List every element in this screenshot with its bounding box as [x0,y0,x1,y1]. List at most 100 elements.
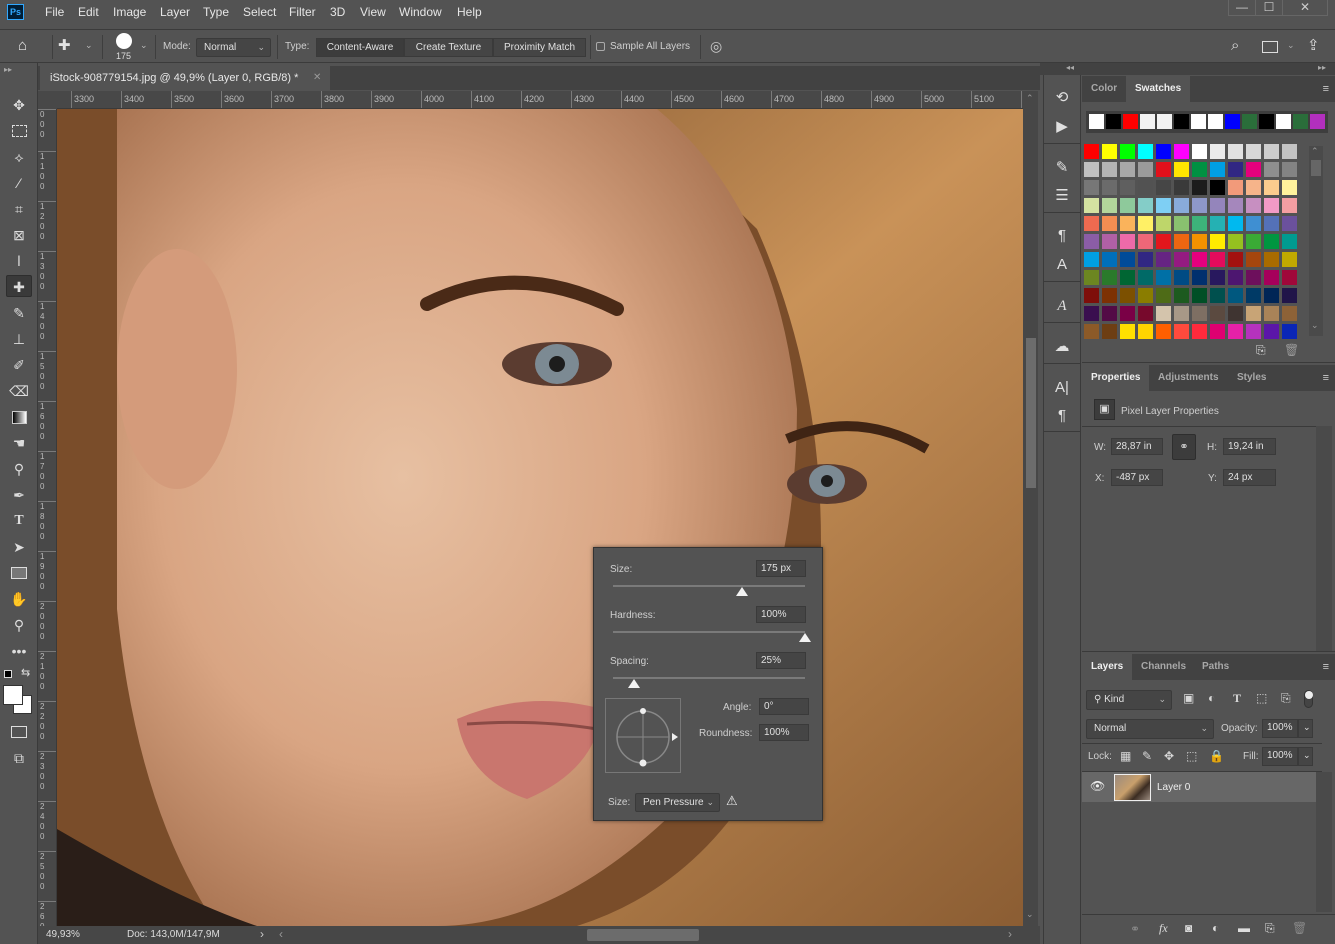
menu-filter[interactable]: Filter [289,5,316,19]
tab-adjustments[interactable]: Adjustments [1149,365,1228,391]
swatch[interactable] [1246,324,1261,339]
recent-swatch[interactable] [1242,114,1257,129]
swatch[interactable] [1228,216,1243,231]
swatch[interactable] [1228,288,1243,303]
swatch[interactable] [1192,216,1207,231]
swatch[interactable] [1120,162,1135,177]
recent-swatch[interactable] [1191,114,1206,129]
swatch[interactable] [1264,162,1279,177]
clone-stamp-tool-icon[interactable]: ⊥ [6,328,32,350]
swatch[interactable] [1156,324,1171,339]
filter-shape-icon[interactable]: ⬚ [1256,691,1267,705]
swatch[interactable] [1282,324,1297,339]
swatch[interactable] [1210,306,1225,321]
swatch[interactable] [1120,288,1135,303]
rectangle-tool-icon[interactable] [6,562,32,584]
brush-preview[interactable] [116,33,132,49]
link-layers-icon[interactable]: ⚭ [1130,922,1140,936]
swatch[interactable] [1102,198,1117,213]
swatch[interactable] [1246,162,1261,177]
menu-type[interactable]: Type [203,5,229,19]
libraries-panel-icon[interactable]: ☁ [1047,335,1077,359]
minimize-button[interactable]: — [1228,0,1256,16]
swatch[interactable] [1102,234,1117,249]
hardness-slider-track[interactable] [613,631,805,633]
status-menu-arrow-icon[interactable]: › [260,927,264,941]
swatch[interactable] [1192,288,1207,303]
move-tool-icon[interactable]: ✥ [6,94,32,116]
swatch[interactable] [1156,270,1171,285]
hardness-input[interactable]: 100% [756,606,806,623]
gradient-tool-icon[interactable] [6,406,32,428]
swatch[interactable] [1084,198,1099,213]
swatch[interactable] [1210,234,1225,249]
swatch[interactable] [1192,234,1207,249]
screen-mode-icon[interactable]: ⧉ [6,747,32,769]
spacing-slider-handle[interactable] [628,679,641,688]
swatch[interactable] [1120,234,1135,249]
recent-swatch[interactable] [1225,114,1240,129]
history-brush-tool-icon[interactable]: ✐ [6,354,32,376]
swatch[interactable] [1156,234,1171,249]
swatch[interactable] [1156,216,1171,231]
character-panel-icon[interactable]: A| [1047,376,1077,400]
swatch[interactable] [1210,216,1225,231]
lock-artboard-icon[interactable]: ⬚ [1186,749,1197,763]
swatch[interactable] [1138,144,1153,159]
close-document-icon[interactable]: ✕ [313,66,321,90]
swatch[interactable] [1102,144,1117,159]
swatch[interactable] [1192,144,1207,159]
scroll-down-icon[interactable]: ⌄ [1311,320,1319,331]
visibility-eye-icon[interactable]: 👁 [1090,779,1105,793]
swatch[interactable] [1138,216,1153,231]
size-control-dropdown[interactable]: Pen Pressure ⌄ [635,793,720,812]
swatch[interactable] [1282,270,1297,285]
panel-menu-icon[interactable]: ≡ [1323,83,1329,95]
recent-swatch[interactable] [1157,114,1172,129]
smudge-tool-icon[interactable]: ☚ [6,432,32,454]
spacing-slider-track[interactable] [613,677,805,679]
magic-wand-tool-icon[interactable]: ⁄ [6,172,32,194]
swatch[interactable] [1210,288,1225,303]
swatch[interactable] [1102,270,1117,285]
swatch[interactable] [1246,180,1261,195]
swatch[interactable] [1174,288,1189,303]
dodge-tool-icon[interactable]: ⚲ [6,458,32,480]
blend-mode-dropdown[interactable]: Normal ⌄ [1086,719,1214,739]
swatch[interactable] [1282,288,1297,303]
spot-healing-preset-icon[interactable]: ✚ [58,36,80,56]
swatch[interactable] [1156,288,1171,303]
swatch[interactable] [1192,198,1207,213]
swatch[interactable] [1084,216,1099,231]
filter-smart-object-icon[interactable]: ⎘ [1281,691,1291,706]
swatch[interactable] [1120,216,1135,231]
swatch[interactable] [1228,162,1243,177]
width-input[interactable]: 28,87 in [1111,438,1163,455]
swatch[interactable] [1120,198,1135,213]
swatch[interactable] [1102,252,1117,267]
swatch[interactable] [1192,306,1207,321]
edit-toolbar-icon[interactable]: ••• [6,640,32,662]
swatch[interactable] [1246,252,1261,267]
menu-window[interactable]: Window [399,5,442,19]
scroll-up-icon[interactable]: ⌃ [1026,93,1034,104]
swatch[interactable] [1084,252,1099,267]
type-create-texture-button[interactable]: Create Texture [404,38,493,57]
swatch[interactable] [1120,270,1135,285]
swatch[interactable] [1174,198,1189,213]
menu-file[interactable]: File [45,5,64,19]
swatch[interactable] [1282,234,1297,249]
lock-transparent-icon[interactable]: ▦ [1120,749,1131,763]
swatch[interactable] [1138,324,1153,339]
swatch[interactable] [1138,306,1153,321]
paragraph-styles-icon[interactable]: ¶ [1047,224,1077,248]
vertical-scrollbar[interactable]: ⌃ ⌄ [1023,91,1038,926]
swatch[interactable] [1192,180,1207,195]
link-dimensions-icon[interactable]: ⚭ [1172,434,1196,460]
swatch[interactable] [1282,252,1297,267]
swatch[interactable] [1138,288,1153,303]
swatch[interactable] [1174,252,1189,267]
recent-swatch[interactable] [1276,114,1291,129]
swatch[interactable] [1246,234,1261,249]
menu-layer[interactable]: Layer [160,5,190,19]
